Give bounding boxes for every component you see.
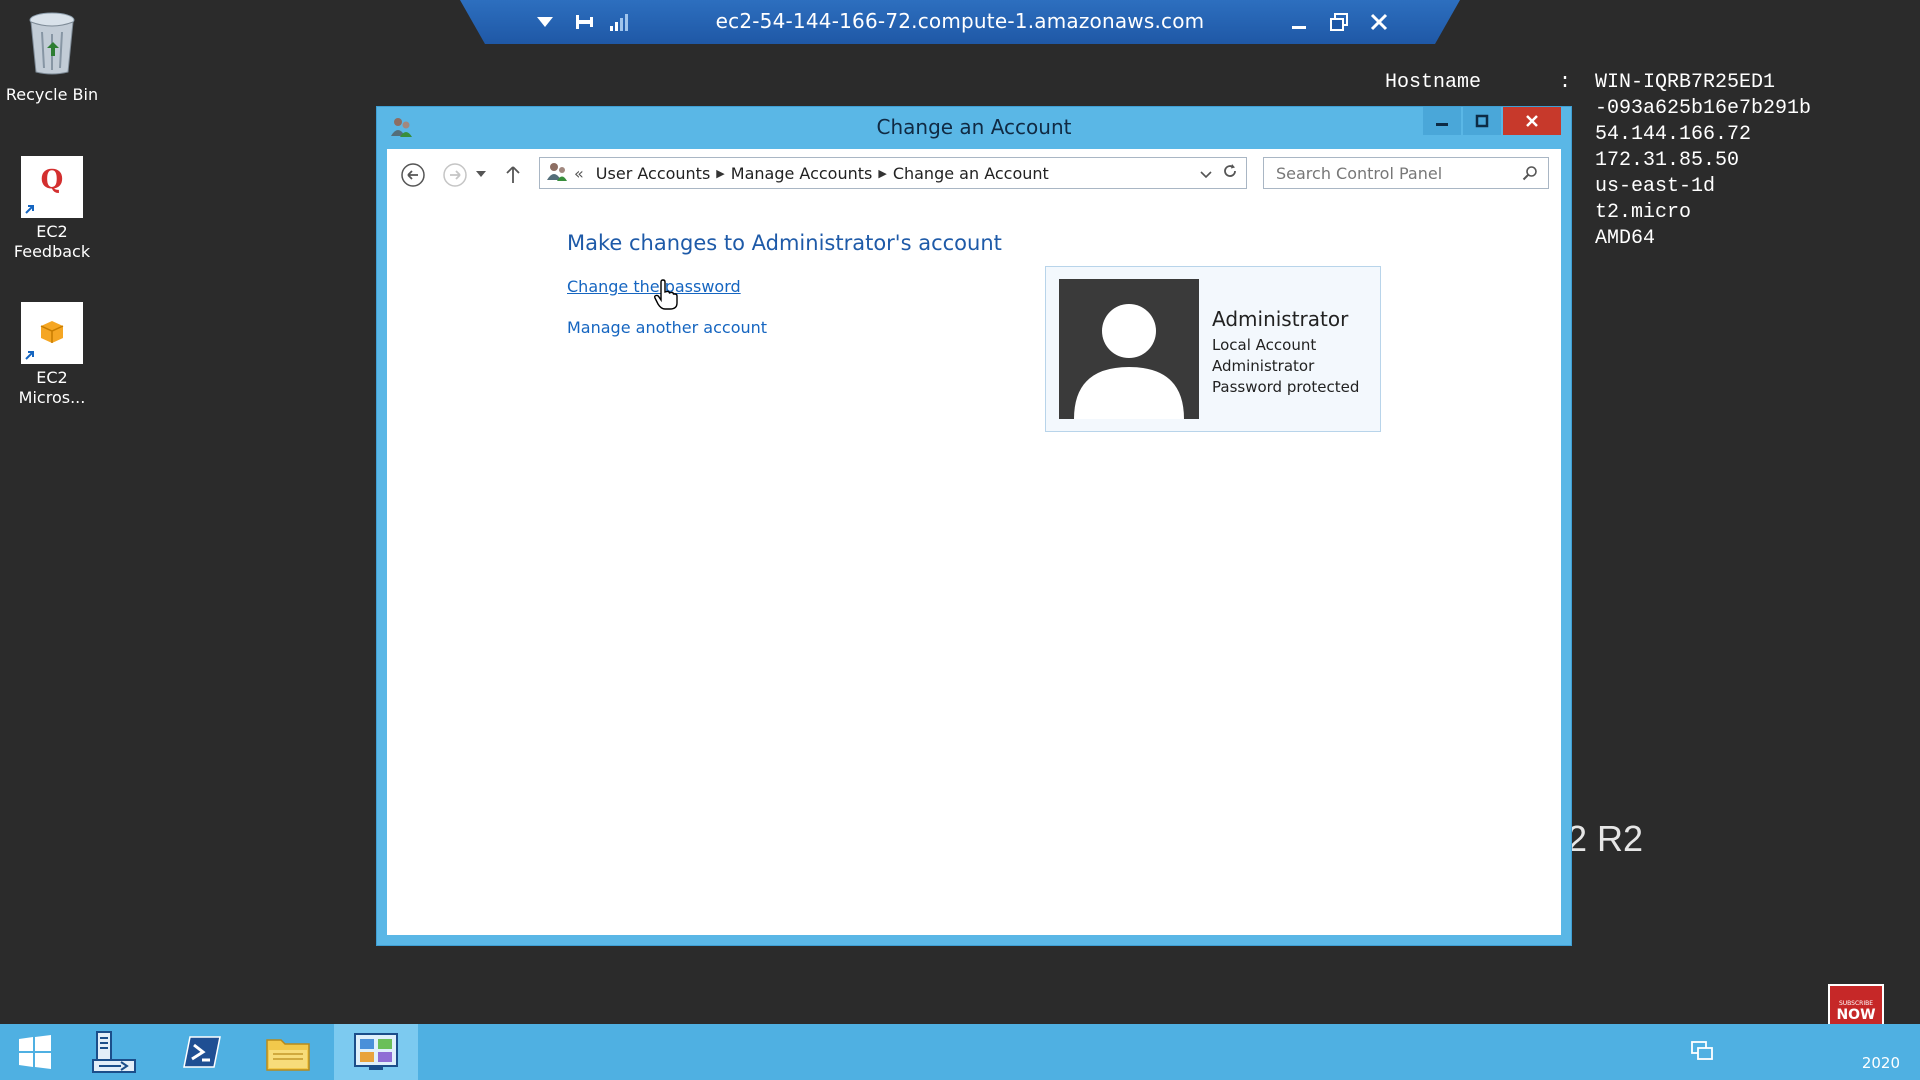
breadcrumb-manage-accounts[interactable]: Manage Accounts xyxy=(731,164,873,183)
control-panel-taskbar-button[interactable] xyxy=(334,1024,418,1080)
rdp-connection-bar: ec2-54-144-166-72.compute-1.amazonaws.co… xyxy=(460,0,1460,44)
breadcrumb-overflow[interactable]: « xyxy=(574,164,584,183)
search-placeholder: Search Control Panel xyxy=(1276,163,1443,183)
user-avatar-icon xyxy=(1059,279,1199,419)
file-explorer-button[interactable] xyxy=(246,1024,330,1080)
account-type: Local Account xyxy=(1212,336,1317,354)
subscribe-now-text: NOW xyxy=(1836,1007,1876,1023)
close-icon[interactable] xyxy=(1366,10,1392,34)
restore-icon[interactable] xyxy=(1326,10,1352,34)
breadcrumb-separator-icon[interactable]: ▶ xyxy=(878,167,886,180)
powershell-button[interactable] xyxy=(160,1024,244,1080)
close-button[interactable] xyxy=(1503,107,1561,135)
start-button[interactable] xyxy=(0,1024,70,1080)
server-manager-button[interactable] xyxy=(72,1024,156,1080)
bginfo-instance-id: -093a625b16e7b291b xyxy=(1595,97,1812,120)
bginfo-availability-zone: us-east-1d xyxy=(1595,175,1716,198)
forward-button[interactable] xyxy=(441,161,469,189)
minimize-button[interactable] xyxy=(1423,107,1461,135)
ec2-feedback-icon: Q xyxy=(21,156,83,218)
maximize-button[interactable] xyxy=(1463,107,1501,135)
breadcrumb-separator-icon[interactable]: ▶ xyxy=(716,167,724,180)
recycle-bin-icon xyxy=(2,10,102,81)
ec2-box-icon xyxy=(21,302,83,364)
bginfo-architecture: AMD64 xyxy=(1595,227,1656,250)
desktop-icon-ec2-micros[interactable]: EC2 Micros... xyxy=(2,302,102,408)
window-content: « User Accounts ▶ Manage Accounts ▶ Chan… xyxy=(387,149,1561,935)
bginfo-public-ip: 54.144.166.72 xyxy=(1595,123,1752,146)
desktop-icon-label: Recycle Bin xyxy=(5,85,99,104)
desktop-icon-ec2-feedback[interactable]: Q EC2 Feedback xyxy=(2,156,102,262)
clock-year[interactable]: 2020 xyxy=(1862,1054,1900,1072)
refresh-icon[interactable] xyxy=(1222,163,1238,183)
page-heading: Make changes to Administrator's account xyxy=(567,231,1002,255)
desktop-icon-label: EC2 Micros... xyxy=(18,368,86,407)
control-panel-icon xyxy=(546,161,568,185)
window-title: Change an Account xyxy=(876,115,1072,139)
account-info: Administrator Local Account Administrato… xyxy=(1212,307,1359,398)
recent-locations-dropdown[interactable] xyxy=(471,161,491,189)
manage-another-account-link[interactable]: Manage another account xyxy=(567,318,767,337)
hostname-label: Hostname xyxy=(1385,71,1482,94)
hostname-value: WIN-IQRB7R25ED1 xyxy=(1595,71,1776,94)
minimize-icon[interactable] xyxy=(1286,10,1312,34)
breadcrumb-user-accounts[interactable]: User Accounts xyxy=(596,164,711,183)
subscribe-small-text: SUBSCRIBE xyxy=(1838,1000,1874,1007)
window-titlebar[interactable]: Change an Account xyxy=(377,107,1571,149)
hand-cursor-icon xyxy=(653,279,679,315)
account-card: Administrator Local Account Administrato… xyxy=(1045,266,1381,432)
account-password-status: Password protected xyxy=(1212,378,1360,396)
search-input[interactable]: Search Control Panel xyxy=(1263,157,1549,189)
bginfo-instance-size: t2.micro xyxy=(1595,201,1692,224)
os-version-text: 2 R2 xyxy=(1567,818,1644,859)
desktop-icon-label: EC2 Feedback xyxy=(13,222,91,261)
up-button[interactable] xyxy=(499,161,527,189)
desktop-icon-recycle-bin[interactable]: Recycle Bin xyxy=(2,10,102,105)
change-account-window: Change an Account « User Accounts ▶ Mana… xyxy=(376,106,1572,946)
address-dropdown-icon[interactable] xyxy=(1200,164,1212,183)
taskbar: 2020 xyxy=(0,1024,1920,1080)
back-button[interactable] xyxy=(399,161,427,189)
account-name: Administrator xyxy=(1212,307,1349,331)
address-bar[interactable]: « User Accounts ▶ Manage Accounts ▶ Chan… xyxy=(539,157,1247,189)
network-tray-icon[interactable] xyxy=(1690,1040,1714,1066)
breadcrumb-change-account[interactable]: Change an Account xyxy=(893,164,1049,183)
account-group: Administrator xyxy=(1212,357,1315,375)
search-icon[interactable] xyxy=(1522,165,1538,185)
bginfo-private-ip: 172.31.85.50 xyxy=(1595,149,1740,172)
